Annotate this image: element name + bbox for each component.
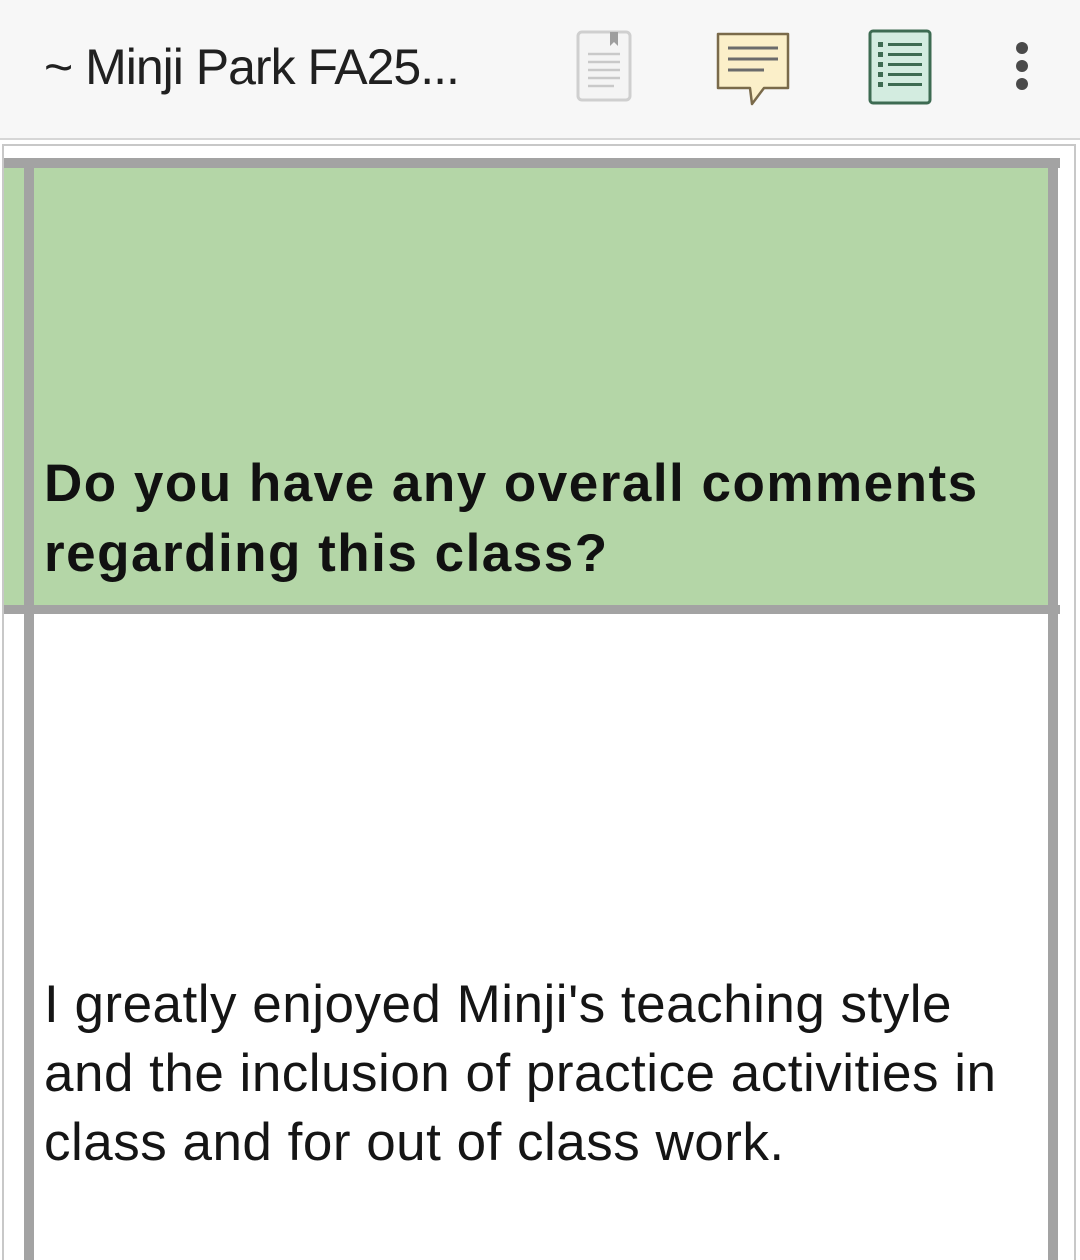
- spreadsheet-area: Do you have any overall comments regardi…: [0, 140, 1080, 1260]
- grid-line: [4, 158, 1060, 168]
- question-header-cell[interactable]: Do you have any overall comments regardi…: [34, 168, 1048, 605]
- document-icon[interactable]: [574, 28, 636, 104]
- more-vertical-icon[interactable]: [1004, 40, 1040, 92]
- app-window: ~ Minji Park FA25... Do you have any ove…: [0, 0, 1080, 1260]
- comment-icon[interactable]: [712, 28, 794, 110]
- toolbar: ~ Minji Park FA25...: [0, 0, 1080, 140]
- list-view-icon[interactable]: [866, 28, 934, 106]
- adjacent-header-cell[interactable]: [4, 168, 24, 608]
- answer-cell[interactable]: I greatly enjoyed Minji's teaching style…: [34, 614, 1048, 1260]
- grid-line: [4, 605, 1060, 614]
- question-text: Do you have any overall comments regardi…: [44, 454, 979, 583]
- answer-text: I greatly enjoyed Minji's teaching style…: [44, 975, 997, 1172]
- grid-line: [1048, 158, 1058, 1260]
- document-title[interactable]: ~ Minji Park FA25...: [44, 38, 460, 96]
- grid-line: [24, 158, 34, 1260]
